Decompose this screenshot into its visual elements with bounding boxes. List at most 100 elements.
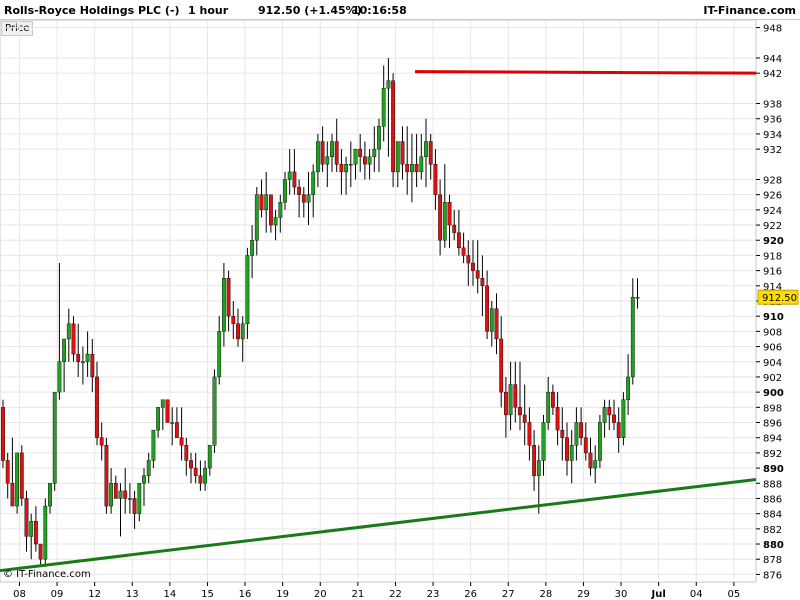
candle-up <box>386 80 391 89</box>
y-tick-label: 928 <box>763 175 782 186</box>
candle-down <box>499 338 504 393</box>
x-tick-label: 22 <box>389 589 402 600</box>
x-tick-label: 26 <box>464 589 477 600</box>
candle-down <box>452 224 457 233</box>
candle-up <box>15 452 19 507</box>
candle-down <box>189 460 193 469</box>
y-tick-label: 898 <box>763 403 782 414</box>
y-tick-label: 910 <box>763 312 784 323</box>
candle-up <box>630 297 635 378</box>
candle-up <box>203 467 207 484</box>
resistance-line <box>414 70 757 75</box>
candle-up <box>62 338 67 362</box>
candle-down <box>555 407 560 431</box>
candle-down <box>198 475 203 484</box>
candle-down <box>226 278 231 317</box>
candle-down <box>475 270 480 279</box>
candle-up <box>80 361 85 363</box>
candle-up <box>217 331 222 378</box>
candle-up <box>221 278 226 332</box>
candle-down <box>588 452 593 469</box>
candle-up <box>626 376 631 400</box>
candle-up <box>48 483 52 507</box>
candle-down <box>297 186 301 195</box>
candle-down <box>400 141 405 165</box>
candle-up <box>344 164 348 173</box>
candle-down <box>320 141 325 165</box>
x-tick-label: 14 <box>163 589 176 600</box>
candle-down <box>457 232 461 249</box>
candle-down <box>527 422 532 446</box>
candle-up <box>424 141 428 157</box>
last-price: 912.50 (+1.45%) <box>258 4 362 17</box>
y-tick-label: 890 <box>763 464 784 475</box>
candle-down <box>174 422 179 438</box>
candle-down <box>612 414 616 423</box>
candle-up <box>85 353 90 362</box>
candle-down <box>433 164 438 195</box>
interval-label: 1 hour <box>188 4 229 17</box>
candle-up <box>593 460 598 469</box>
candle-down <box>532 445 537 476</box>
candle-up <box>287 171 292 180</box>
candle-up <box>43 505 48 560</box>
y-tick-label: 934 <box>763 130 782 141</box>
candle-down <box>494 308 499 340</box>
y-axis: 876 878 880 882 884 886 888 890 892 894 896 898 900 9… <box>756 24 799 581</box>
y-tick-label: 892 <box>763 449 782 460</box>
grid <box>0 20 757 583</box>
candle-up <box>109 483 114 507</box>
x-tick-label: 15 <box>201 589 214 600</box>
y-tick-label: 876 <box>763 570 782 581</box>
candle-up <box>598 422 602 461</box>
candle-down <box>301 194 306 203</box>
candle-up <box>264 194 269 211</box>
y-tick-label: 888 <box>763 479 782 490</box>
candle-down <box>616 422 621 438</box>
candle-down <box>485 285 489 332</box>
candle-up <box>207 445 212 469</box>
x-tick-label: 28 <box>539 589 552 600</box>
candle-up <box>377 126 381 150</box>
candle-down <box>480 278 485 287</box>
candle-down <box>10 483 15 507</box>
candle-up <box>395 141 400 173</box>
y-tick-label: 880 <box>763 540 784 551</box>
candle-down <box>193 467 198 476</box>
x-tick-label: 09 <box>51 589 64 600</box>
y-tick-label: 942 <box>763 69 782 80</box>
x-axis: 08 09 12 13 14 15 16 19 20 21 22 23 26 27 28 29 30 Jul 04 0… <box>13 582 740 600</box>
candle-down <box>90 353 95 378</box>
instrument-title: Rolls-Royce Holdings PLC (-) <box>4 4 180 17</box>
y-tick-label: 884 <box>763 510 782 521</box>
candle-down <box>607 407 612 416</box>
candle-up <box>283 179 287 203</box>
x-tick-label: 16 <box>239 589 252 600</box>
candle-down <box>38 543 43 560</box>
x-tick-label: 30 <box>615 589 628 600</box>
y-tick-label: 944 <box>763 54 782 65</box>
candle-down <box>113 483 118 499</box>
y-tick-label: 926 <box>763 191 782 202</box>
candle-up <box>273 217 278 226</box>
copyright-label: © IT-Finance.com <box>3 569 91 580</box>
x-tick-label: 23 <box>427 589 440 600</box>
y-tick-label: 902 <box>763 373 782 384</box>
candle-down <box>71 323 76 355</box>
candle-down <box>5 460 10 484</box>
candle-down <box>551 391 555 408</box>
candle-up <box>621 399 626 438</box>
candle-up <box>381 88 386 127</box>
candle-down <box>19 452 24 499</box>
candle-down <box>518 407 522 416</box>
candle-down <box>24 498 29 537</box>
y-tick-label: 922 <box>763 221 782 232</box>
y-tick-label: 882 <box>763 525 782 536</box>
candle-down <box>99 437 104 446</box>
x-tick-label: 29 <box>577 589 590 600</box>
support-line <box>0 477 757 573</box>
candle-up <box>160 399 165 408</box>
y-tick-label: 906 <box>763 343 782 354</box>
candle-down <box>358 148 363 157</box>
candle-up <box>353 148 358 165</box>
